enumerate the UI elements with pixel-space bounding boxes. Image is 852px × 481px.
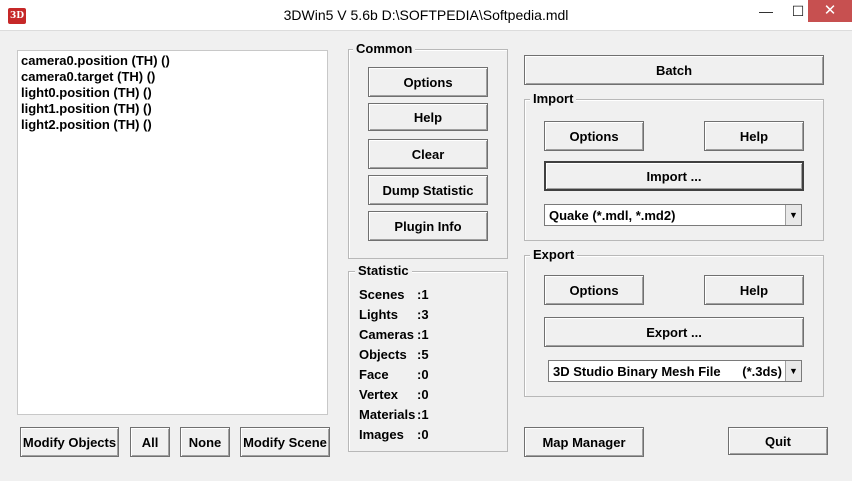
import-format-select[interactable]: Quake (*.mdl, *.md2) ▼: [544, 204, 802, 226]
list-item[interactable]: camera0.position (TH) (): [21, 53, 324, 69]
batch-button[interactable]: Batch: [524, 55, 824, 85]
common-help-button[interactable]: Help: [368, 103, 488, 131]
stat-vertex: Vertex:0: [359, 387, 429, 402]
list-item[interactable]: camera0.target (TH) (): [21, 69, 324, 85]
chevron-down-icon[interactable]: ▼: [785, 361, 801, 381]
quit-button[interactable]: Quit: [728, 427, 828, 455]
import-format-value: Quake (*.mdl, *.md2): [549, 207, 676, 223]
export-button[interactable]: Export ...: [544, 317, 804, 347]
export-options-button[interactable]: Options: [544, 275, 644, 305]
select-all-button[interactable]: All: [130, 427, 170, 457]
import-options-button[interactable]: Options: [544, 121, 644, 151]
plugin-info-button[interactable]: Plugin Info: [368, 211, 488, 241]
common-options-button[interactable]: Options: [368, 67, 488, 97]
dump-statistic-button[interactable]: Dump Statistic: [368, 175, 488, 205]
stat-images: Images:0: [359, 427, 429, 442]
export-legend: Export: [530, 247, 578, 262]
map-manager-button[interactable]: Map Manager: [524, 427, 644, 457]
common-legend: Common: [353, 41, 416, 56]
list-item[interactable]: light0.position (TH) (): [21, 85, 324, 101]
modify-objects-button[interactable]: Modify Objects: [20, 427, 119, 457]
title-bar: 3D 3DWin5 V 5.6b D:\SOFTPEDIA\Softpedia.…: [0, 0, 852, 31]
object-list[interactable]: camera0.position (TH) () camera0.target …: [17, 50, 328, 415]
stat-face: Face:0: [359, 367, 429, 382]
import-button[interactable]: Import ...: [544, 161, 804, 191]
export-format-select[interactable]: 3D Studio Binary Mesh File (*.3ds) ▼: [548, 360, 802, 382]
export-format-value: 3D Studio Binary Mesh File (*.3ds): [553, 363, 782, 379]
import-legend: Import: [530, 91, 577, 106]
list-item[interactable]: light1.position (TH) (): [21, 101, 324, 117]
stat-objects: Objects:5: [359, 347, 429, 362]
statistic-group: Scenes:1 Lights:3 Cameras:1 Objects:5 Fa…: [348, 271, 508, 452]
list-item[interactable]: light2.position (TH) (): [21, 117, 324, 133]
stat-materials: Materials:1: [359, 407, 429, 422]
stat-cameras: Cameras:1: [359, 327, 429, 342]
statistic-legend: Statistic: [355, 263, 412, 278]
select-none-button[interactable]: None: [180, 427, 230, 457]
clear-button[interactable]: Clear: [368, 139, 488, 169]
window-title: 3DWin5 V 5.6b D:\SOFTPEDIA\Softpedia.mdl: [283, 7, 569, 23]
stat-scenes: Scenes:1: [359, 287, 429, 302]
export-help-button[interactable]: Help: [704, 275, 804, 305]
stat-lights: Lights:3: [359, 307, 429, 322]
import-help-button[interactable]: Help: [704, 121, 804, 151]
minimize-button[interactable]: —: [750, 0, 782, 22]
chevron-down-icon[interactable]: ▼: [785, 205, 801, 225]
close-button[interactable]: ✕: [808, 0, 852, 22]
modify-scene-button[interactable]: Modify Scene: [240, 427, 330, 457]
